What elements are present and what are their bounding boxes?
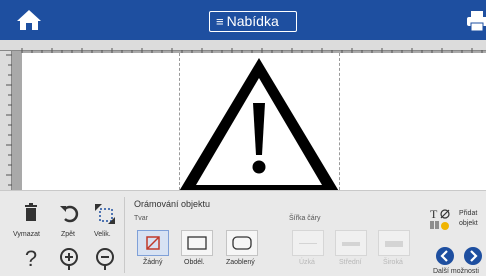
line-width-label: Šířka čáry xyxy=(289,215,321,222)
shape-rectangle-button[interactable] xyxy=(181,230,213,256)
line-width-narrow-label: Úzká xyxy=(299,259,315,266)
zoom-out-button[interactable] xyxy=(90,243,120,273)
resize-button[interactable] xyxy=(90,199,120,229)
rounded-rectangle-icon xyxy=(232,236,252,250)
help-button[interactable]: ? xyxy=(16,243,46,273)
no-border-icon xyxy=(146,236,160,250)
vertical-ruler xyxy=(0,51,12,190)
wide-line-icon xyxy=(385,241,403,247)
home-icon[interactable] xyxy=(16,8,42,32)
right-tools: T Přidat objekt Další možnosti xyxy=(424,196,486,276)
zoom-in-icon xyxy=(60,248,78,270)
undo-button[interactable] xyxy=(54,199,84,229)
question-icon: ? xyxy=(25,246,37,271)
shape-rounded-label: Zaoblený xyxy=(226,259,255,266)
previous-button[interactable] xyxy=(436,247,454,265)
shape-none-label: Žádný xyxy=(143,259,163,266)
line-width-wide-label: Široká xyxy=(383,259,403,266)
printer-icon[interactable] xyxy=(466,10,486,32)
edit-tools: Vymazat Zpět Velik. ? xyxy=(0,191,122,276)
resize-icon xyxy=(95,204,115,224)
size-label: Velik. xyxy=(94,231,111,238)
svg-text:?: ? xyxy=(25,246,37,271)
delete-button[interactable] xyxy=(16,199,46,229)
top-bar: ≡ Nabídka xyxy=(0,0,486,40)
undo-icon xyxy=(60,205,79,223)
line-width-medium-button[interactable] xyxy=(335,230,367,256)
chevron-left-icon xyxy=(440,250,448,262)
svg-text:T: T xyxy=(430,207,438,221)
panel-divider xyxy=(124,197,125,273)
narrow-line-icon xyxy=(299,243,317,244)
canvas-area xyxy=(0,40,486,190)
chevron-right-icon xyxy=(470,250,478,262)
add-object-label-line2: objekt xyxy=(459,220,478,227)
line-width-narrow-button[interactable] xyxy=(292,230,324,256)
delete-label: Vymazat xyxy=(13,231,40,238)
more-options-label[interactable]: Další možnosti xyxy=(433,268,479,275)
shape-none-button[interactable] xyxy=(137,230,169,256)
undo-label: Zpět xyxy=(61,231,76,238)
rectangle-icon xyxy=(187,236,207,250)
add-object-label-line1: Přidat xyxy=(459,210,478,217)
add-object-icon: T xyxy=(430,207,450,230)
shape-rectangle-label: Obdél. xyxy=(184,259,205,266)
border-panel-title: Orámování objektu xyxy=(134,199,211,209)
warning-triangle-icon[interactable] xyxy=(22,53,486,190)
trash-icon xyxy=(25,203,37,221)
line-width-medium-label: Střední xyxy=(339,259,362,266)
shape-rounded-button[interactable] xyxy=(226,230,258,256)
menu-button[interactable]: ≡ Nabídka xyxy=(209,11,297,32)
shape-label: Tvar xyxy=(134,215,148,222)
line-width-wide-button[interactable] xyxy=(378,230,410,256)
hamburger-icon: ≡ xyxy=(216,14,224,29)
menu-button-label: Nabídka xyxy=(226,13,279,29)
label-canvas[interactable] xyxy=(22,53,486,190)
horizontal-ruler xyxy=(0,40,486,53)
zoom-in-button[interactable] xyxy=(54,243,84,273)
next-button[interactable] xyxy=(464,247,482,265)
zoom-out-icon xyxy=(96,248,114,270)
add-object-button[interactable]: T xyxy=(428,206,454,232)
medium-line-icon xyxy=(342,242,360,246)
